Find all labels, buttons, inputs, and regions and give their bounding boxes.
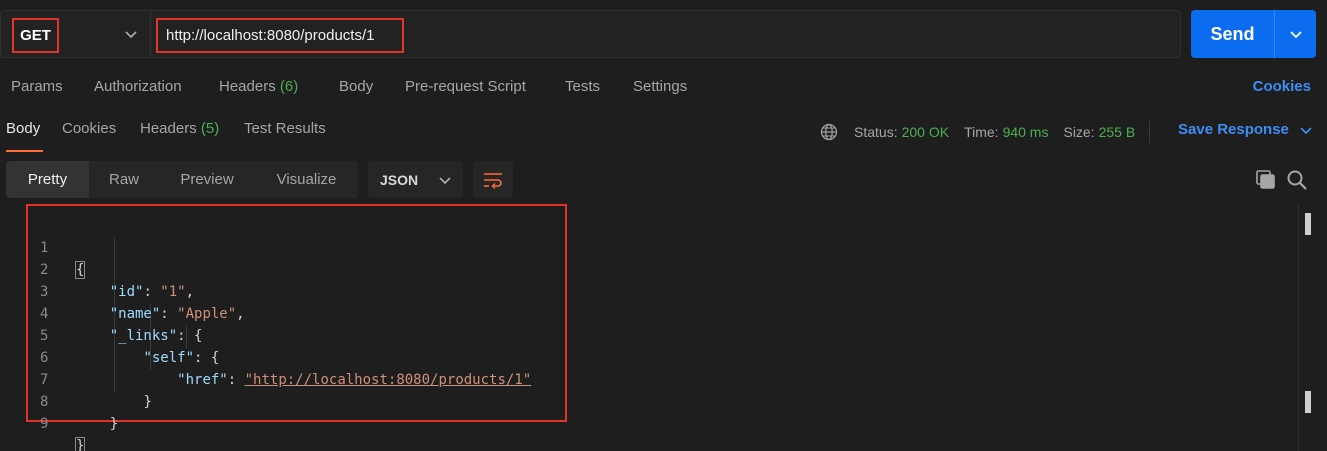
tab-response-body[interactable]: Body <box>6 120 43 152</box>
wrap-lines-button[interactable] <box>473 161 513 198</box>
format-select-value: JSON <box>380 171 419 188</box>
response-body-code[interactable]: 1 { 2 "id": "1", 3 "name": "Apple", 4 "_… <box>26 204 567 451</box>
code-line: 2 "id": "1", <box>28 237 565 300</box>
scrollbar-track[interactable] <box>1298 204 1299 451</box>
tab-body[interactable]: Body <box>339 78 373 100</box>
code-line: 7 } <box>28 347 565 410</box>
tab-tests[interactable]: Tests <box>565 78 600 100</box>
status-value[interactable]: 200 OK <box>902 124 949 140</box>
view-raw[interactable]: Raw <box>89 161 159 198</box>
view-pretty[interactable]: Pretty <box>6 161 89 198</box>
scrollbar-thumb-bottom[interactable] <box>1305 391 1311 413</box>
method-selector[interactable]: GET <box>1 11 151 57</box>
send-button-label[interactable]: Send <box>1191 10 1275 58</box>
view-mode-segment: Pretty Raw Preview Visualize <box>6 161 358 198</box>
tab-authorization[interactable]: Authorization <box>94 78 182 100</box>
tab-settings[interactable]: Settings <box>633 78 687 100</box>
close-brace: } <box>109 416 119 432</box>
time-label: Time: <box>964 124 999 140</box>
tab-headers[interactable]: Headers (6) <box>219 78 298 100</box>
search-icon[interactable] <box>1286 169 1308 191</box>
size-value[interactable]: 255 B <box>1099 124 1136 140</box>
line-number: 9 <box>40 416 49 432</box>
send-options-chevron-icon[interactable] <box>1275 10 1316 58</box>
request-tabs: Params Authorization Headers (6) Body Pr… <box>0 78 1327 100</box>
save-response-button[interactable]: Save Response <box>1178 121 1313 138</box>
code-line: 8 } <box>28 369 565 432</box>
divider <box>1149 121 1151 143</box>
scrollbar-thumb-top[interactable] <box>1305 213 1311 235</box>
format-select[interactable]: JSON <box>368 161 463 198</box>
cookies-link[interactable]: Cookies <box>1253 78 1311 95</box>
close-brace: } <box>74 437 86 451</box>
send-button[interactable]: Send <box>1191 10 1316 58</box>
size-label: Size: <box>1063 124 1095 140</box>
method-label[interactable]: GET <box>12 18 59 53</box>
tab-response-headers[interactable]: Headers (5) <box>140 120 219 152</box>
request-bar: GET http://localhost:8080/products/1 <box>0 10 1181 58</box>
wrap-lines-icon <box>484 172 502 189</box>
chevron-down-icon[interactable] <box>123 26 139 42</box>
code-line: 1 { <box>28 215 565 279</box>
tab-pre-request-script[interactable]: Pre-request Script <box>405 78 526 100</box>
code-line: 3 "name": "Apple", <box>28 259 565 322</box>
tab-response-headers-count: (5) <box>200 120 220 137</box>
tab-response-headers-label: Headers <box>140 120 197 137</box>
view-preview[interactable]: Preview <box>159 161 255 198</box>
code-line: 9 } <box>28 391 565 451</box>
response-status-area: Status: 200 OK Time: 940 ms Size: 255 B <box>820 120 1151 144</box>
tab-headers-label: Headers <box>219 78 276 95</box>
tab-response-cookies[interactable]: Cookies <box>62 120 116 152</box>
tab-params[interactable]: Params <box>11 78 63 100</box>
chevron-down-icon <box>439 176 451 184</box>
code-line: 5 "self": { <box>28 303 565 366</box>
view-visualize[interactable]: Visualize <box>255 161 358 198</box>
copy-icon[interactable] <box>1255 169 1277 191</box>
save-response-label: Save Response <box>1178 121 1289 138</box>
code-line: 6 "href": "http://localhost:8080/product… <box>28 325 565 388</box>
chevron-down-icon <box>1300 126 1312 134</box>
tab-headers-count: (6) <box>279 78 299 95</box>
time-value[interactable]: 940 ms <box>1003 124 1049 140</box>
code-line: 4 "_links": { <box>28 281 565 344</box>
response-tabs: Body Cookies Headers (5) Test Results St… <box>0 120 1327 152</box>
status-label: Status: <box>854 124 898 140</box>
globe-icon[interactable] <box>820 123 838 141</box>
tab-test-results[interactable]: Test Results <box>244 120 326 152</box>
url-input[interactable]: http://localhost:8080/products/1 <box>156 18 404 53</box>
